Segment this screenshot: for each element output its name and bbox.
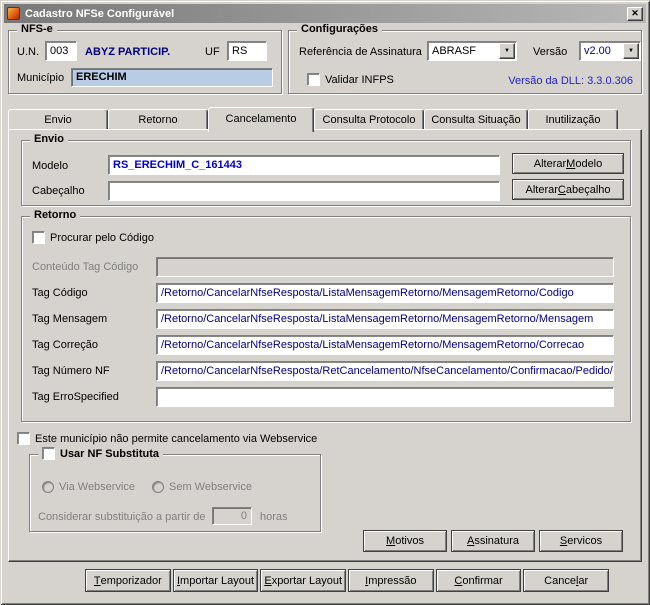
- procurar-codigo-label: Procurar pelo Código: [50, 231, 154, 244]
- importar-layout-button[interactable]: Importar Layout: [172, 569, 259, 592]
- conteudo-tag-label: Conteúdo Tag Código: [32, 261, 139, 273]
- horas-label: horas: [260, 511, 288, 523]
- tab-retorno[interactable]: Retorno: [108, 109, 208, 130]
- tag-codigo-field[interactable]: /Retorno/CancelarNfseResposta/ListaMensa…: [156, 283, 614, 303]
- tag-correcao-field[interactable]: /Retorno/CancelarNfseResposta/ListaMensa…: [156, 335, 614, 355]
- cabecalho-label: Cabeçalho: [32, 185, 85, 197]
- ref-assinatura-value: ABRASF: [432, 45, 477, 57]
- ref-assinatura-dropdown-icon[interactable]: ▼: [499, 43, 515, 59]
- via-webservice-label: Via Webservice: [59, 481, 136, 493]
- motivos-button[interactable]: Motivos: [363, 530, 447, 552]
- cancelar-button[interactable]: Cance l ar: [523, 569, 610, 592]
- alterar-modelo-button[interactable]: Alterar Modelo: [512, 153, 624, 174]
- retorno-group-title: Retorno: [30, 209, 81, 221]
- assinatura-button[interactable]: Assinatura: [451, 530, 535, 552]
- nfse-group: NFS-e U.N. 003 ABYZ PARTICIP. UF RS Muni…: [8, 23, 282, 94]
- nf-substituta-group: Usar NF Substituta Via Webservice Sem We…: [29, 447, 321, 532]
- procurar-codigo-box[interactable]: [32, 231, 45, 244]
- versao-select[interactable]: v2.00 ▼: [579, 41, 641, 61]
- tag-correcao-label: Tag Correção: [32, 339, 99, 351]
- ref-assinatura-label: Referência de Assinatura: [299, 46, 422, 58]
- tag-mensagem-field[interactable]: /Retorno/CancelarNfseResposta/ListaMensa…: [156, 309, 614, 329]
- close-icon: ✕: [631, 8, 639, 18]
- impressao-button[interactable]: Impressão: [348, 569, 434, 592]
- tag-errospecified-field[interactable]: [156, 387, 614, 407]
- versao-value: v2.00: [584, 45, 611, 57]
- servicos-button[interactable]: Servicos: [539, 530, 623, 552]
- versao-dropdown-icon[interactable]: ▼: [623, 43, 639, 59]
- ref-assinatura-select[interactable]: ABRASF ▼: [427, 41, 517, 61]
- confirmar-button[interactable]: Confirmar: [435, 569, 522, 592]
- tab-cancelamento[interactable]: Cancelamento: [208, 107, 314, 132]
- tag-numero-nf-label: Tag Número NF: [32, 365, 110, 377]
- cabecalho-field[interactable]: [108, 181, 500, 201]
- un-label: U.N.: [17, 46, 39, 58]
- considerar-label: Considerar substituição a partir de: [38, 511, 206, 523]
- footer-button-row: Temporizador Importar Layout Exportar La…: [85, 569, 610, 592]
- modelo-field[interactable]: RS_ERECHIM_C_161443: [108, 155, 500, 175]
- tab-consulta-protocolo[interactable]: Consulta Protocolo: [314, 109, 424, 130]
- config-group: Configurações Referência de Assinatura A…: [288, 23, 642, 94]
- exportar-layout-button[interactable]: Exportar Layout: [260, 569, 347, 592]
- tag-codigo-label: Tag Código: [32, 287, 88, 299]
- close-button[interactable]: ✕: [627, 6, 643, 21]
- procurar-codigo-checkbox[interactable]: Procurar pelo Código: [32, 231, 154, 244]
- tab-consulta-situacao[interactable]: Consulta Situação: [424, 109, 528, 130]
- usar-nf-substituta-label: Usar NF Substituta: [60, 447, 160, 460]
- tab-panel-cancelamento: Envio Modelo RS_ERECHIM_C_161443 Cabeçal…: [8, 129, 642, 562]
- validar-infps-checkbox[interactable]: Validar INFPS: [307, 73, 394, 86]
- window-title: Cadastro NFSe Configurável: [25, 7, 175, 20]
- usar-nf-substituta-box[interactable]: [42, 447, 55, 460]
- municipio-label: Município: [17, 72, 65, 84]
- no-webservice-label: Este município não permite cancelamento …: [35, 432, 318, 445]
- via-webservice-radio: Via Webservice: [42, 481, 135, 493]
- uf-field[interactable]: RS: [227, 41, 267, 61]
- no-webservice-box[interactable]: [17, 432, 30, 445]
- no-webservice-checkbox[interactable]: Este município não permite cancelamento …: [17, 432, 317, 445]
- versao-label: Versão: [533, 46, 568, 58]
- sem-webservice-label: Sem Webservice: [169, 481, 252, 493]
- via-webservice-radio-circle: [42, 481, 54, 493]
- tag-errospecified-label: Tag ErroSpecified: [32, 391, 119, 403]
- tab-strip: Envio Retorno Cancelamento Consulta Prot…: [8, 106, 642, 132]
- uf-label: UF: [205, 46, 220, 58]
- usar-nf-substituta-checkbox[interactable]: Usar NF Substituta: [38, 447, 164, 460]
- app-icon: [7, 7, 20, 20]
- modelo-label: Modelo: [32, 160, 69, 172]
- municipio-field[interactable]: ERECHIM: [71, 68, 273, 87]
- alterar-cabecalho-button[interactable]: Alterar Cabeçalho: [512, 179, 624, 200]
- envio-group-title: Envio: [30, 133, 68, 145]
- title-bar[interactable]: Cadastro NFSe Configurável ✕: [4, 4, 646, 23]
- tab-inutilizacao[interactable]: Inutilização: [528, 109, 618, 130]
- sem-webservice-radio: Sem Webservice: [152, 481, 252, 493]
- retorno-group: Retorno Procurar pelo Código Conteúdo Ta…: [21, 209, 631, 422]
- un-field[interactable]: 003: [45, 41, 77, 61]
- sem-webservice-radio-circle: [152, 481, 164, 493]
- temporizador-button[interactable]: Temporizador: [85, 569, 171, 592]
- conteudo-tag-field: [156, 257, 614, 277]
- dll-version-text: Versão da DLL: 3.3.0.306: [508, 75, 633, 87]
- envio-group: Envio Modelo RS_ERECHIM_C_161443 Cabeçal…: [21, 133, 631, 206]
- horas-field: 0: [212, 507, 252, 525]
- validar-infps-label: Validar INFPS: [325, 73, 394, 86]
- validar-infps-box[interactable]: [307, 73, 320, 86]
- tag-mensagem-label: Tag Mensagem: [32, 313, 108, 325]
- company-label: ABYZ PARTICIP.: [85, 46, 171, 58]
- tab-envio[interactable]: Envio: [8, 109, 108, 130]
- nfse-group-title: NFS-e: [17, 23, 57, 35]
- tag-numero-nf-field[interactable]: /Retorno/CancelarNfseResposta/RetCancela…: [156, 361, 614, 381]
- dialog-cadastro-nfse: { "window": { "title": "Cadastro NFSe Co…: [0, 0, 650, 605]
- config-group-title: Configurações: [297, 23, 383, 35]
